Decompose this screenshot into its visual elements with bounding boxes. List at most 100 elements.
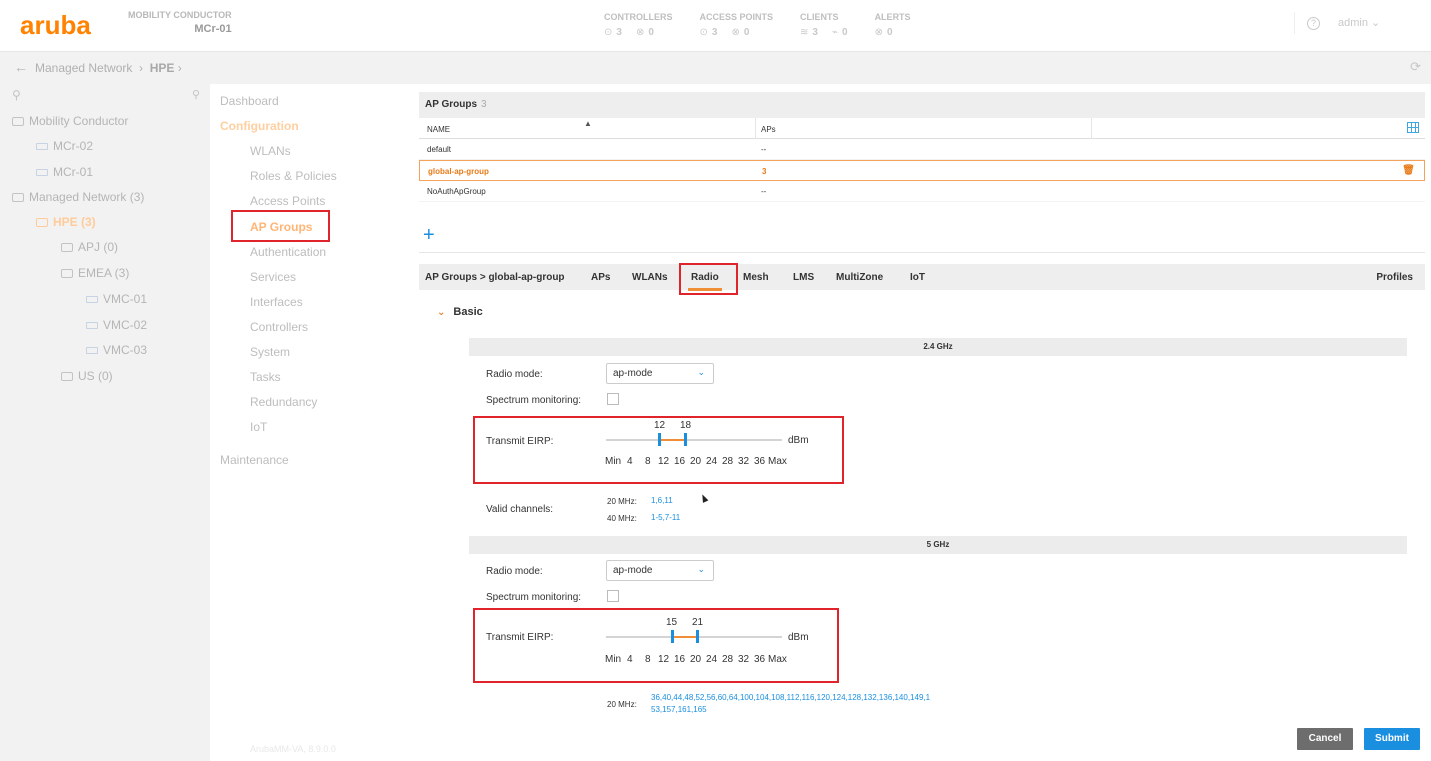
- nav-tasks[interactable]: Tasks: [250, 370, 281, 384]
- folder-icon: [61, 268, 73, 278]
- tree-item-emea[interactable]: EMEA (3): [61, 266, 129, 280]
- folder-icon: [61, 242, 73, 252]
- radio-mode-select-24[interactable]: ap-mode ⌄: [606, 363, 714, 384]
- table-row[interactable]: default --: [419, 139, 1425, 160]
- ch20-label-5: 20 MHz:: [607, 700, 637, 709]
- controller-icon: [86, 346, 98, 354]
- spectrum-checkbox-5[interactable]: [607, 590, 619, 602]
- search-icon[interactable]: ⚲: [192, 88, 200, 101]
- nav-wlans[interactable]: WLANs: [250, 144, 291, 158]
- tab-mesh[interactable]: Mesh: [743, 272, 769, 283]
- eirp-min-value-24: 12: [654, 420, 666, 431]
- eirp-max-handle-24[interactable]: [684, 433, 687, 446]
- tree-item-vmc-03[interactable]: VMC-03: [86, 343, 147, 357]
- breadcrumb-managed-network[interactable]: Managed Network: [35, 61, 132, 75]
- tab-wlans[interactable]: WLANs: [632, 272, 668, 283]
- band-5-header: 5 GHz: [469, 536, 1407, 554]
- tree-search-icon[interactable]: ⚲: [12, 88, 21, 102]
- ch20-list-5-line1[interactable]: 36,40,44,48,52,56,60,64,100,104,108,112,…: [651, 692, 930, 704]
- highlight-box: [473, 608, 839, 683]
- help-icon[interactable]: ?: [1307, 17, 1320, 30]
- table-row-selected[interactable]: global-ap-group 3 🗑: [419, 160, 1425, 181]
- add-ap-group-button[interactable]: +: [423, 224, 435, 247]
- nav-interfaces[interactable]: Interfaces: [250, 295, 303, 309]
- alert-icon: ⊗ 0: [635, 27, 654, 38]
- trash-icon[interactable]: 🗑: [1402, 165, 1415, 176]
- tab-multizone[interactable]: MultiZone: [836, 272, 883, 283]
- stat-access-points[interactable]: ACCESS POINTS ⊙ 3 ⊗ 0: [700, 12, 774, 38]
- tree-item-mcr-01[interactable]: MCr-01: [36, 165, 93, 179]
- tree-item-apj[interactable]: APJ (0): [61, 240, 118, 254]
- nav-roles-policies[interactable]: Roles & Policies: [250, 169, 337, 183]
- main-panel: AP Groups 3 NAME ▲ APs default -- global-…: [413, 84, 1431, 761]
- cancel-button[interactable]: Cancel: [1297, 728, 1353, 750]
- table-row[interactable]: NoAuthApGroup --: [419, 181, 1425, 202]
- nav-controllers[interactable]: Controllers: [250, 320, 308, 334]
- controller-icon: [36, 168, 48, 176]
- ch40-list-24[interactable]: 1-5,7-11: [651, 512, 680, 524]
- eirp-min-handle-24[interactable]: [658, 433, 661, 446]
- eirp-max-handle-5[interactable]: [696, 630, 699, 643]
- stat-controllers[interactable]: CONTROLLERS ⊙ 3 ⊗ 0: [604, 12, 673, 38]
- ap-groups-header: AP Groups 3: [419, 92, 1425, 118]
- stat-clients[interactable]: CLIENTS ≋ 3 ⌁ 0: [800, 12, 848, 38]
- eirp-max-value-5: 21: [692, 617, 704, 628]
- profiles-link[interactable]: Profiles: [1376, 272, 1413, 283]
- unit-label: dBm: [788, 435, 809, 446]
- tree-item-vmc-01[interactable]: VMC-01: [86, 292, 147, 306]
- nav-access-points[interactable]: Access Points: [250, 194, 325, 208]
- controller-icon: [86, 295, 98, 303]
- band-24-header: 2.4 GHz: [469, 338, 1407, 356]
- nav-configuration[interactable]: Configuration: [220, 119, 299, 133]
- nav-authentication[interactable]: Authentication: [250, 245, 326, 259]
- eirp-max-value-24: 18: [680, 420, 692, 431]
- spectrum-checkbox-24[interactable]: [607, 393, 619, 405]
- basic-section-toggle[interactable]: ⌄ Basic: [437, 306, 483, 318]
- tree-item-hpe[interactable]: HPE (3): [36, 215, 96, 229]
- chevron-down-icon: ⌄: [697, 367, 705, 377]
- radio-mode-select-5[interactable]: ap-mode ⌄: [606, 560, 714, 581]
- sort-asc-icon[interactable]: ▲: [584, 119, 592, 128]
- stat-alerts[interactable]: ALERTS ⊗ 0: [875, 12, 911, 38]
- eirp-slider-24[interactable]: [606, 439, 782, 441]
- tree-item-vmc-02[interactable]: VMC-02: [86, 318, 147, 332]
- top-header: aruba MOBILITY CONDUCTOR MCr-01 CONTROLL…: [0, 0, 1431, 52]
- refresh-icon[interactable]: ⟳: [1410, 59, 1421, 75]
- nav-maintenance[interactable]: Maintenance: [220, 453, 289, 467]
- tree-item-us[interactable]: US (0): [61, 369, 113, 383]
- nav-services[interactable]: Services: [250, 270, 296, 284]
- tree-item-mcr-02[interactable]: MCr-02: [36, 139, 93, 153]
- breadcrumb: ← Managed Network › HPE › ⟳: [0, 52, 1431, 84]
- wired-icon: ⌁ 0: [831, 27, 848, 38]
- tab-lms[interactable]: LMS: [793, 272, 814, 283]
- nav-system[interactable]: System: [250, 345, 290, 359]
- ch20-list-5-line2[interactable]: 53,157,161,165: [651, 704, 707, 716]
- header-stats: CONTROLLERS ⊙ 3 ⊗ 0 ACCESS POINTS ⊙ 3 ⊗ 0 CLIE…: [604, 12, 911, 38]
- col-aps[interactable]: APs: [761, 125, 776, 134]
- col-name[interactable]: NAME: [427, 125, 450, 134]
- nav-iot[interactable]: IoT: [250, 420, 267, 434]
- ap-groups-title: AP Groups: [425, 99, 478, 110]
- tab-iot[interactable]: IoT: [910, 272, 925, 283]
- tree-item-managed-network[interactable]: Managed Network (3): [12, 190, 144, 204]
- user-menu[interactable]: admin ⌄: [1338, 16, 1380, 29]
- controller-icon: [36, 142, 48, 150]
- tree-item-mobility-conductor[interactable]: Mobility Conductor: [12, 114, 128, 128]
- divider: [1294, 12, 1295, 34]
- columns-grid-icon[interactable]: [1407, 122, 1419, 133]
- nav-redundancy[interactable]: Redundancy: [250, 395, 317, 409]
- back-arrow-icon[interactable]: ←: [14, 59, 28, 75]
- eirp-min-handle-5[interactable]: [671, 630, 674, 643]
- eirp-ticks-5: Min 4 8 12 16 20 24 28 32 36 Max: [605, 654, 787, 665]
- submit-button[interactable]: Submit: [1364, 728, 1420, 750]
- ok-icon: ⊙ 3: [604, 27, 622, 38]
- alert-icon: ⊗ 0: [874, 27, 893, 38]
- network-tree: ⚲ ⚲ Mobility Conductor MCr-02 MCr-01 Man…: [0, 84, 210, 761]
- ch20-list-24[interactable]: 1,6,11: [651, 495, 673, 507]
- breadcrumb-current[interactable]: HPE: [150, 61, 175, 75]
- tab-aps[interactable]: APs: [591, 272, 610, 283]
- ok-icon: ⊙ 3: [699, 27, 718, 38]
- alert-icon: ⊗ 0: [731, 27, 750, 38]
- nav-dashboard[interactable]: Dashboard: [220, 94, 279, 108]
- detail-tabs: AP Groups > global-ap-group APs WLANs Ra…: [419, 264, 1425, 291]
